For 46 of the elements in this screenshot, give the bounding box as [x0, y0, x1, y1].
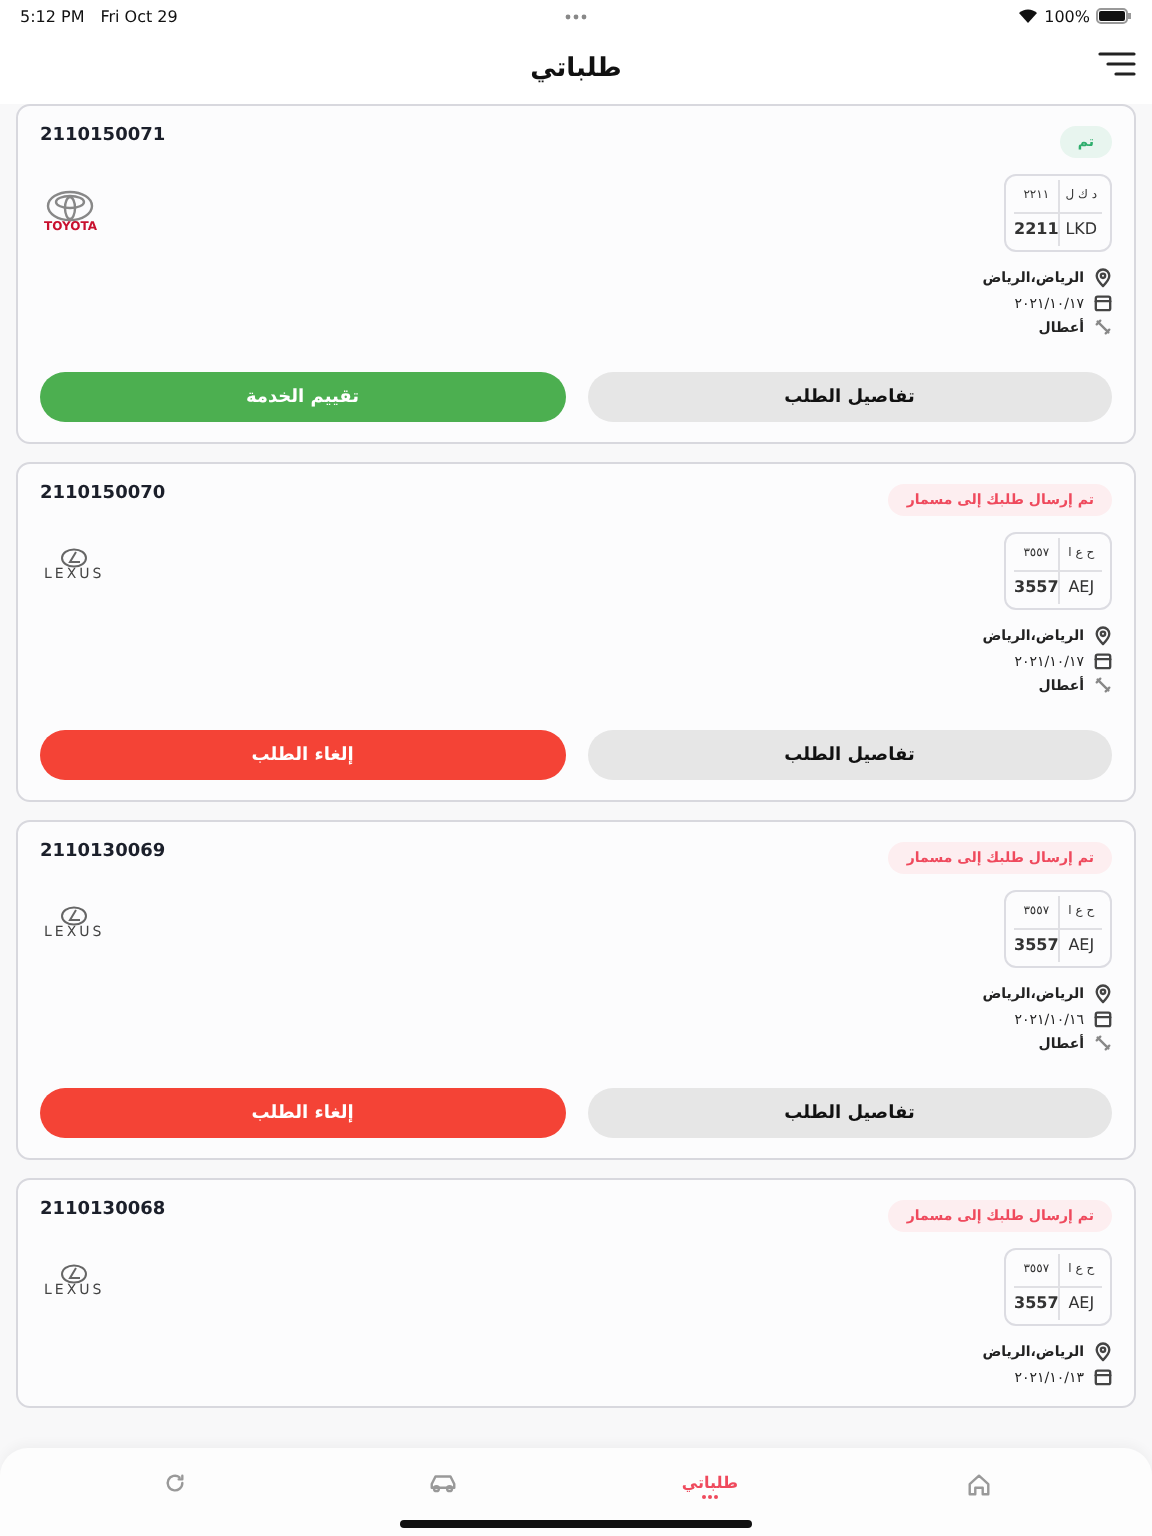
wrench-icon	[1094, 1034, 1112, 1052]
calendar-icon	[1094, 652, 1112, 670]
battery-icon	[1096, 8, 1132, 24]
order-number: 2110150070	[40, 484, 166, 504]
location-pin-icon	[1094, 268, 1112, 288]
wrench-icon	[1094, 318, 1112, 336]
details-button[interactable]: تفاصيل الطلب	[587, 372, 1112, 422]
battery-percent: 100%	[1044, 7, 1090, 25]
more-dots-icon	[564, 13, 588, 19]
wrench-icon	[1094, 676, 1112, 694]
plate-letters: AEJ	[1066, 576, 1097, 601]
cancel-button[interactable]: إلغاء الطلب	[40, 1088, 565, 1138]
details-button[interactable]: تفاصيل الطلب	[587, 1088, 1112, 1138]
plate-letters: AEJ	[1066, 934, 1097, 959]
location-pin-icon	[1094, 626, 1112, 646]
home-icon	[965, 1472, 991, 1498]
details-button[interactable]: تفاصيل الطلب	[587, 730, 1112, 780]
dots-icon	[700, 1494, 720, 1500]
car-icon	[427, 1472, 457, 1494]
plate-digits: 3557	[1014, 571, 1061, 604]
lexus-emblem-icon	[60, 1264, 89, 1284]
plate-digits: 3557	[1014, 1287, 1061, 1320]
menu-button[interactable]	[1098, 52, 1136, 76]
plate-letters: AEJ	[1066, 1292, 1097, 1317]
calendar-icon	[1094, 1368, 1112, 1386]
lexus-emblem-icon	[60, 906, 89, 926]
status-date: Fri Oct 29	[100, 7, 178, 25]
location-pin-icon	[1094, 984, 1112, 1004]
tab-item[interactable]: طلباتي	[576, 1448, 844, 1536]
cancel-button[interactable]: إلغاء الطلب	[40, 730, 565, 780]
calendar-icon	[1094, 294, 1112, 312]
plate-digits: 3557	[1014, 929, 1061, 962]
calendar-icon	[1094, 1010, 1112, 1028]
plate-digits: 2211	[1014, 213, 1061, 246]
location-pin-icon	[1094, 1342, 1112, 1362]
order-number: 2110130068	[40, 1200, 166, 1220]
refresh-icon	[163, 1472, 185, 1494]
order-number: 2110130069	[40, 842, 166, 862]
status-time: 5:12 PM	[20, 7, 85, 25]
lexus-emblem-icon	[60, 548, 89, 568]
page-title: طلباتي	[530, 53, 622, 83]
rate-button[interactable]: تقييم الخدمة	[40, 372, 565, 422]
order-number: 2110150071	[40, 126, 166, 146]
wifi-icon	[1018, 8, 1039, 24]
toyota-emblem-icon	[46, 190, 95, 222]
plate-letters: LKD	[1063, 218, 1100, 243]
